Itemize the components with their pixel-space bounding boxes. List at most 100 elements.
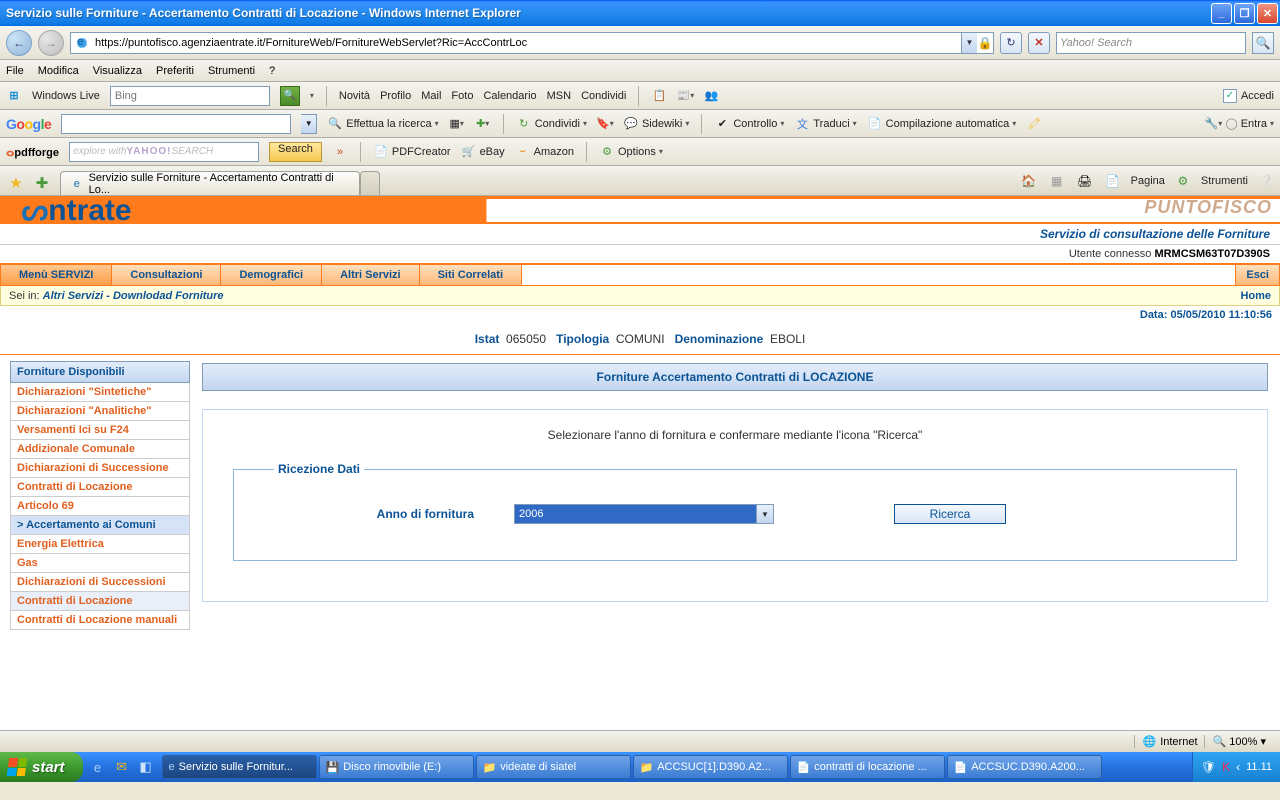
menu-servizi[interactable]: Menù SERVIZI [1, 265, 112, 285]
sidebar-item-contratti-locazione[interactable]: Contratti di Locazione [10, 478, 190, 497]
address-dropdown[interactable]: ▼ [961, 33, 977, 53]
google-icon-plus[interactable]: ✚ [475, 116, 491, 132]
tray-av-icon[interactable]: K [1222, 760, 1230, 774]
google-search-box[interactable] [61, 114, 291, 134]
wl-condividi[interactable]: Condividi [581, 90, 626, 102]
tab-active[interactable]: e Servizio sulle Forniture - Accertament… [60, 171, 360, 195]
google-traduci[interactable]: 文Traduci [794, 116, 856, 132]
bing-search-box[interactable]: Bing [110, 86, 270, 106]
menu-file[interactable]: File [6, 65, 24, 77]
wl-mail[interactable]: Mail [421, 90, 441, 102]
pdfforge-pdfcreator[interactable]: 📄PDFCreator [373, 144, 451, 160]
window-minimize-button[interactable]: _ [1211, 3, 1232, 24]
yahoo-search-button[interactable]: 🔍 [1252, 32, 1274, 54]
system-tray[interactable]: 🛡 K ‹ 11.11 [1192, 752, 1280, 782]
google-bookmark-icon[interactable]: 🔖 [597, 116, 613, 132]
sidebar-item-accertamento-comuni[interactable]: > Accertamento ai Comuni [10, 516, 190, 535]
start-button[interactable]: start [0, 752, 83, 782]
wl-accedi[interactable]: ✓Accedi [1223, 89, 1274, 103]
sidebar-item-dichiarazioni-successione[interactable]: Dichiarazioni di Successione [10, 459, 190, 478]
google-icon-grid[interactable]: ▦ [449, 116, 465, 132]
wl-icon1[interactable]: 📋 [651, 88, 667, 104]
home-link[interactable]: Home [1240, 290, 1271, 302]
menu-siti-correlati[interactable]: Siti Correlati [420, 265, 522, 285]
internet-zone[interactable]: 🌐Internet [1134, 735, 1198, 748]
sidebar-item-gas[interactable]: Gas [10, 554, 190, 573]
tab-new[interactable] [360, 171, 380, 195]
wl-foto[interactable]: Foto [451, 90, 473, 102]
stop-button[interactable]: ✕ [1028, 32, 1050, 54]
google-condividi[interactable]: ↻Condividi [516, 116, 587, 132]
pdfforge-yahoo-box[interactable]: explore with YAHOO! SEARCH [69, 142, 259, 162]
address-bar[interactable]: ▼ 🔒 [70, 32, 994, 54]
bing-search-button[interactable]: 🔍 [280, 86, 300, 106]
tray-expand-icon[interactable]: ‹ [1236, 760, 1240, 774]
sidebar-item-dichiarazioni-sintetiche[interactable]: Dichiarazioni "Sintetiche" [10, 383, 190, 402]
google-effettua-ricerca[interactable]: 🔍Effettua la ricerca [327, 116, 438, 132]
sidebar-item-versamenti-ici[interactable]: Versamenti Ici su F24 [10, 421, 190, 440]
home-icon[interactable]: 🏠 [1019, 171, 1039, 191]
bing-dropdown[interactable] [310, 91, 314, 100]
menu-help[interactable]: ? [269, 65, 275, 77]
menu-consultazioni[interactable]: Consultazioni [112, 265, 221, 285]
task-accsuc2[interactable]: 📄ACCSUC.D390.A200... [947, 755, 1102, 779]
help-icon[interactable]: ❔ [1256, 171, 1276, 191]
sidebar-item-dichiarazioni-successioni[interactable]: Dichiarazioni di Successioni [10, 573, 190, 592]
menu-altri-servizi[interactable]: Altri Servizi [322, 265, 420, 285]
print-icon[interactable]: 🖨 [1075, 171, 1095, 191]
favorites-star-icon[interactable]: ★ [4, 171, 28, 195]
sidebar-item-articolo-69[interactable]: Articolo 69 [10, 497, 190, 516]
forward-button[interactable]: → [38, 30, 64, 56]
task-contratti[interactable]: 📄contratti di locazione ... [790, 755, 945, 779]
back-button[interactable]: ← [6, 30, 32, 56]
google-entra[interactable]: ◯ Entra [1225, 117, 1274, 130]
menu-visualizza[interactable]: Visualizza [93, 65, 142, 77]
sidebar-item-contratti-locazione-2[interactable]: Contratti di Locazione [10, 592, 190, 611]
windows-live-label[interactable]: Windows Live [32, 90, 100, 102]
menu-modifica[interactable]: Modifica [38, 65, 79, 77]
tray-shield-icon[interactable]: 🛡 [1201, 760, 1216, 774]
strumenti-dropdown[interactable]: Strumenti [1201, 175, 1248, 187]
menu-strumenti[interactable]: Strumenti [208, 65, 255, 77]
zoom-control[interactable]: 🔍 100% ▾ [1204, 735, 1274, 748]
ql-outlook-icon[interactable]: ✉ [111, 756, 133, 778]
window-close-button[interactable]: ✕ [1257, 3, 1278, 24]
google-search-dropdown[interactable]: ▼ [301, 114, 317, 134]
google-sidewiki[interactable]: 💬Sidewiki [623, 116, 689, 132]
sidebar-item-dichiarazioni-analitiche[interactable]: Dichiarazioni "Analitiche" [10, 402, 190, 421]
task-videate[interactable]: 📁videate di siatel [476, 755, 631, 779]
pdfforge-options[interactable]: ⚙Options [599, 144, 663, 160]
menu-preferiti[interactable]: Preferiti [156, 65, 194, 77]
refresh-button[interactable]: ↻ [1000, 32, 1022, 54]
anno-select[interactable]: 2006 ▼ [514, 504, 774, 524]
sidebar-item-addizionale-comunale[interactable]: Addizionale Comunale [10, 440, 190, 459]
task-disco[interactable]: 💾Disco rimovibile (E:) [319, 755, 474, 779]
task-accsuc1[interactable]: 📁ACCSUC[1].D390.A2... [633, 755, 788, 779]
wl-novita[interactable]: Novità [339, 90, 370, 102]
wl-icon3[interactable]: 👥 [703, 88, 719, 104]
menu-esci[interactable]: Esci [1235, 265, 1279, 285]
ql-desktop-icon[interactable]: ◧ [135, 756, 157, 778]
google-compilazione[interactable]: 📄Compilazione automatica [867, 116, 1017, 132]
google-controllo[interactable]: ✔Controllo [714, 116, 784, 132]
ricerca-button[interactable]: Ricerca [894, 504, 1006, 524]
add-favorite-icon[interactable]: ✚ [30, 171, 54, 195]
sidebar-item-energia-elettrica[interactable]: Energia Elettrica [10, 535, 190, 554]
address-input[interactable] [93, 34, 961, 52]
google-wrench-icon[interactable]: 🔧 [1205, 116, 1221, 132]
pdfforge-amazon[interactable]: ⌣Amazon [515, 144, 574, 160]
pdfforge-ebay[interactable]: 🛒eBay [461, 144, 505, 160]
window-maximize-button[interactable]: ❐ [1234, 3, 1255, 24]
pagina-dropdown[interactable]: Pagina [1131, 175, 1165, 187]
chevron-down-icon[interactable]: ▼ [756, 505, 773, 523]
ql-ie-icon[interactable]: e [87, 756, 109, 778]
task-ie[interactable]: eServizio sulle Fornitur... [162, 755, 317, 779]
menu-demografici[interactable]: Demografici [221, 265, 322, 285]
tools-icon[interactable]: ⚙ [1173, 171, 1193, 191]
wl-icon2[interactable]: 📰 [677, 88, 693, 104]
wl-profilo[interactable]: Profilo [380, 90, 411, 102]
google-highlight-icon[interactable]: 🖍 [1026, 116, 1042, 132]
wl-msn[interactable]: MSN [547, 90, 571, 102]
pdfforge-expand-icon[interactable]: » [332, 144, 348, 160]
yahoo-search-box[interactable]: Yahoo! Search [1056, 32, 1246, 54]
